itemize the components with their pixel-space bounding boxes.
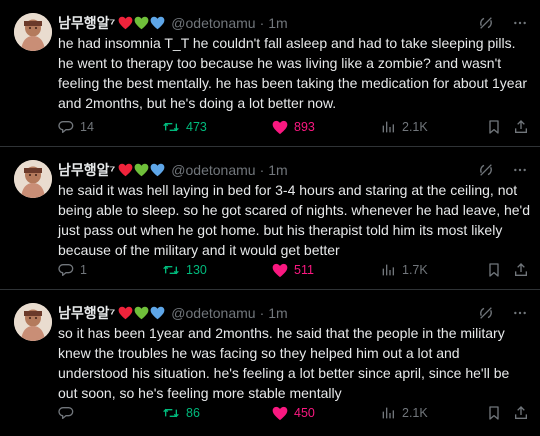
reply-button[interactable] bbox=[58, 403, 80, 423]
retweet-button[interactable]: 473 bbox=[162, 117, 207, 137]
tweet-thread: 남무행알⁷ @odetonamu · 1m he had insomnia T_… bbox=[0, 0, 540, 436]
bookmark-button[interactable] bbox=[486, 403, 502, 423]
avatar[interactable] bbox=[14, 303, 52, 341]
view-count: 2.1K bbox=[402, 120, 428, 134]
retweet-count: 130 bbox=[186, 263, 207, 277]
avatar[interactable] bbox=[14, 160, 52, 198]
share-button[interactable] bbox=[513, 403, 529, 423]
tweet[interactable]: 남무행알⁷ @odetonamu · 1m he had insomnia T_… bbox=[0, 0, 540, 147]
view-count: 2.1K bbox=[402, 406, 428, 420]
timestamp[interactable]: 1m bbox=[268, 305, 287, 321]
like-button[interactable]: 450 bbox=[272, 403, 315, 423]
reply-button[interactable]: 1 bbox=[58, 260, 87, 280]
reply-icon bbox=[58, 405, 74, 421]
red-heart-icon bbox=[118, 16, 133, 30]
blue-heart-icon bbox=[150, 16, 165, 30]
retweet-icon bbox=[162, 119, 180, 135]
timestamp[interactable]: 1m bbox=[268, 15, 287, 31]
separator-dot: · bbox=[259, 15, 265, 31]
retweet-count: 473 bbox=[186, 120, 207, 134]
bookmark-icon bbox=[486, 262, 502, 278]
views-button[interactable]: 2.1K bbox=[380, 117, 428, 137]
bookmark-button[interactable] bbox=[486, 260, 502, 280]
display-name[interactable]: 남무행알⁷ bbox=[58, 13, 115, 33]
more-icon[interactable] bbox=[512, 305, 528, 321]
grok-icon[interactable] bbox=[478, 162, 494, 178]
timestamp[interactable]: 1m bbox=[268, 162, 287, 178]
views-icon bbox=[380, 119, 396, 135]
reply-count: 14 bbox=[80, 120, 94, 134]
display-name[interactable]: 남무행알⁷ bbox=[58, 160, 115, 180]
bookmark-icon bbox=[486, 405, 502, 421]
tweet[interactable]: 남무행알⁷ @odetonamu · 1m he said it was hel… bbox=[0, 147, 540, 290]
display-name[interactable]: 남무행알⁷ bbox=[58, 303, 115, 323]
reply-icon bbox=[58, 262, 74, 278]
more-icon[interactable] bbox=[512, 162, 528, 178]
share-icon bbox=[513, 262, 529, 278]
retweet-count: 86 bbox=[186, 406, 200, 420]
tweet-actions: 86 450 2.1K bbox=[58, 403, 530, 423]
share-button[interactable] bbox=[513, 117, 529, 137]
blue-heart-icon bbox=[150, 163, 165, 177]
reply-count: 1 bbox=[80, 263, 87, 277]
tweet-text: he said it was hell laying in bed for 3-… bbox=[58, 182, 531, 258]
reply-icon bbox=[58, 119, 74, 135]
more-icon[interactable] bbox=[512, 15, 528, 31]
tweet-header: 남무행알⁷ @odetonamu · 1m bbox=[58, 13, 528, 33]
share-button[interactable] bbox=[513, 260, 529, 280]
handle[interactable]: @odetonamu bbox=[171, 162, 255, 178]
tweet-header: 남무행알⁷ @odetonamu · 1m bbox=[58, 160, 528, 180]
like-count: 450 bbox=[294, 406, 315, 420]
views-icon bbox=[380, 262, 396, 278]
views-button[interactable]: 2.1K bbox=[380, 403, 428, 423]
retweet-icon bbox=[162, 262, 180, 278]
like-button[interactable]: 511 bbox=[272, 260, 314, 280]
green-heart-icon bbox=[134, 163, 149, 177]
handle[interactable]: @odetonamu bbox=[171, 305, 255, 321]
views-button[interactable]: 1.7K bbox=[380, 260, 428, 280]
like-icon bbox=[272, 406, 288, 421]
reply-button[interactable]: 14 bbox=[58, 117, 94, 137]
share-icon bbox=[513, 119, 529, 135]
views-icon bbox=[380, 405, 396, 421]
bookmark-button[interactable] bbox=[486, 117, 502, 137]
like-button[interactable]: 893 bbox=[272, 117, 315, 137]
retweet-button[interactable]: 130 bbox=[162, 260, 207, 280]
red-heart-icon bbox=[118, 163, 133, 177]
grok-icon[interactable] bbox=[478, 15, 494, 31]
like-icon bbox=[272, 263, 288, 278]
name-emojis bbox=[118, 306, 165, 320]
retweet-button[interactable]: 86 bbox=[162, 403, 200, 423]
avatar[interactable] bbox=[14, 13, 52, 51]
tweet-text: so it has been 1year and 2months. he sai… bbox=[58, 325, 510, 401]
tweet[interactable]: 남무행알⁷ @odetonamu · 1m so it has been 1ye… bbox=[0, 290, 540, 436]
blue-heart-icon bbox=[150, 306, 165, 320]
name-emojis bbox=[118, 16, 165, 30]
handle[interactable]: @odetonamu bbox=[171, 15, 255, 31]
grok-icon[interactable] bbox=[478, 305, 494, 321]
view-count: 1.7K bbox=[402, 263, 428, 277]
separator-dot: · bbox=[259, 305, 265, 321]
like-icon bbox=[272, 120, 288, 135]
tweet-header: 남무행알⁷ @odetonamu · 1m bbox=[58, 303, 528, 323]
bookmark-icon bbox=[486, 119, 502, 135]
green-heart-icon bbox=[134, 16, 149, 30]
tweet-actions: 1 130 511 1.7K bbox=[58, 260, 530, 280]
tweet-actions: 14 473 893 2.1K bbox=[58, 117, 530, 137]
retweet-icon bbox=[162, 405, 180, 421]
separator-dot: · bbox=[259, 162, 265, 178]
red-heart-icon bbox=[118, 306, 133, 320]
green-heart-icon bbox=[134, 306, 149, 320]
like-count: 511 bbox=[294, 263, 314, 277]
tweet-text: he had insomnia T_T he couldn't fall asl… bbox=[58, 35, 528, 111]
share-icon bbox=[513, 405, 529, 421]
name-emojis bbox=[118, 163, 165, 177]
like-count: 893 bbox=[294, 120, 315, 134]
